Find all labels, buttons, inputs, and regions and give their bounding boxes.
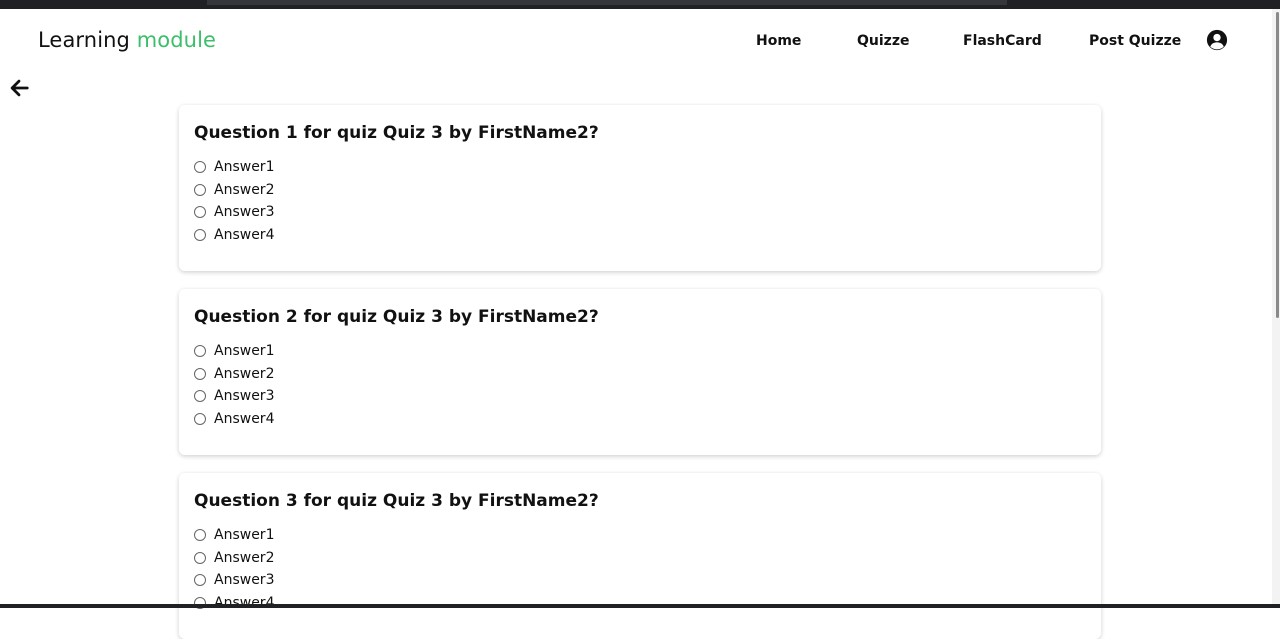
question-card: Question 3 for quiz Quiz 3 by FirstName2… [179,473,1101,639]
user-circle-icon[interactable] [1206,29,1228,51]
nav-flashcard-link[interactable]: FlashCard [963,33,1042,49]
answer-option[interactable]: Answer4 [194,408,274,431]
nav-home-link[interactable]: Home [756,33,801,49]
answer-option[interactable]: Answer1 [194,340,274,363]
answer-option[interactable]: Answer2 [194,363,274,386]
answer-option[interactable]: Answer4 [194,592,274,615]
radio-button[interactable] [194,412,206,425]
answer-option[interactable]: Answer3 [194,569,274,592]
answer-option[interactable]: Answer4 [194,224,274,247]
answer-option[interactable]: Answer1 [194,524,274,547]
answer-list: Answer1 Answer2 Answer3 Answer4 [194,524,274,614]
radio-button[interactable] [194,183,206,196]
answer-label: Answer1 [214,343,275,360]
radio-button[interactable] [194,206,206,219]
radio-button[interactable] [194,367,206,380]
nav-post-quizze-link[interactable]: Post Quizze [1089,33,1181,49]
navbar: Learning module Home Quizze FlashCard Po… [0,9,1272,71]
browser-tab-strip [207,0,1007,5]
arrow-left-icon[interactable] [8,77,30,99]
radio-button[interactable] [194,574,206,587]
radio-button[interactable] [194,390,206,403]
radio-button[interactable] [194,551,206,564]
answer-label: Answer4 [214,410,275,427]
answer-list: Answer1 Answer2 Answer3 Answer4 [194,156,274,246]
answer-option[interactable]: Answer2 [194,179,274,202]
brand-logo[interactable]: Learning module [38,28,216,52]
question-title: Question 3 for quiz Quiz 3 by FirstName2… [194,491,599,511]
nav-quizze-link[interactable]: Quizze [857,33,909,49]
question-title: Question 2 for quiz Quiz 3 by FirstName2… [194,307,599,327]
scrollbar-thumb[interactable] [1276,12,1279,318]
answer-label: Answer2 [214,181,275,198]
answer-label: Answer4 [214,594,275,611]
answer-option[interactable]: Answer3 [194,385,274,408]
brand-text-module: module [136,28,217,52]
answer-list: Answer1 Answer2 Answer3 Answer4 [194,340,274,430]
question-card: Question 2 for quiz Quiz 3 by FirstName2… [179,289,1101,455]
answer-label: Answer3 [214,572,275,589]
answer-label: Answer4 [214,226,275,243]
brand-text-learning: Learning [38,28,137,52]
browser-top-bar [0,0,1280,9]
radio-button[interactable] [194,161,206,174]
answer-option[interactable]: Answer1 [194,156,274,179]
radio-button[interactable] [194,345,206,358]
answer-option[interactable]: Answer3 [194,201,274,224]
answer-label: Answer2 [214,365,275,382]
browser-bottom-bar [0,604,1280,608]
question-card: Question 1 for quiz Quiz 3 by FirstName2… [179,105,1101,271]
question-title: Question 1 for quiz Quiz 3 by FirstName2… [194,123,599,143]
answer-label: Answer3 [214,388,275,405]
radio-button[interactable] [194,228,206,241]
answer-label: Answer1 [214,159,275,176]
answer-label: Answer1 [214,527,275,544]
radio-button[interactable] [194,529,206,542]
answer-label: Answer3 [214,204,275,221]
answer-option[interactable]: Answer2 [194,547,274,570]
answer-label: Answer2 [214,549,275,566]
